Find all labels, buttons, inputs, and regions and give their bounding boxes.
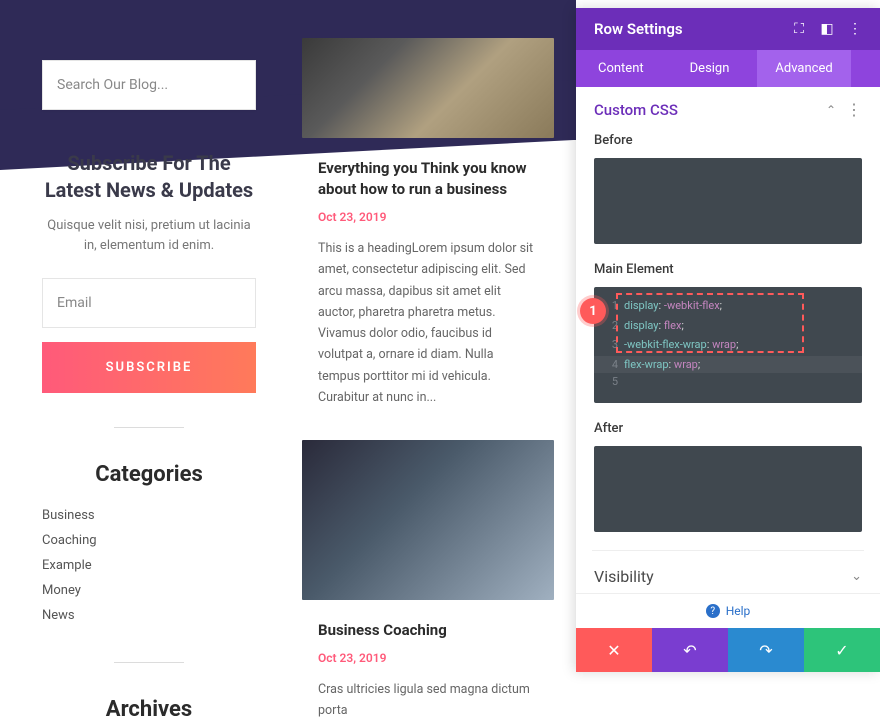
- post-excerpt: This is a headingLorem ipsum dolor sit a…: [318, 238, 538, 408]
- category-list: Business Coaching Example Money News: [42, 503, 256, 628]
- help-icon: ?: [706, 604, 720, 618]
- tab-content[interactable]: Content: [576, 50, 662, 87]
- category-item[interactable]: Example: [42, 553, 256, 578]
- blog-sidebar: Search Our Blog... Subscribe For The Lat…: [0, 0, 280, 672]
- category-item[interactable]: Coaching: [42, 528, 256, 553]
- divider: [114, 427, 184, 428]
- before-code-editor[interactable]: [594, 158, 862, 244]
- post-image[interactable]: [302, 440, 554, 600]
- post-title[interactable]: Everything you Think you know about how …: [318, 158, 538, 200]
- category-item[interactable]: News: [42, 603, 256, 628]
- visibility-accordion[interactable]: Visibility ⌄: [592, 550, 864, 593]
- category-item[interactable]: Business: [42, 503, 256, 528]
- chevron-down-icon: ⌄: [851, 569, 862, 584]
- confirm-button[interactable]: ✓: [804, 628, 880, 672]
- search-input[interactable]: Search Our Blog...: [42, 60, 256, 110]
- settings-panel: Row Settings ⛶ ◧ ⋮ Content Design Advanc…: [576, 8, 880, 672]
- help-label: Help: [726, 604, 751, 618]
- cancel-button[interactable]: ✕: [576, 628, 652, 672]
- visibility-title: Visibility: [594, 567, 654, 586]
- after-label: After: [594, 421, 862, 436]
- after-code-editor[interactable]: [594, 446, 862, 532]
- tab-bar: Content Design Advanced: [576, 50, 880, 87]
- tab-design[interactable]: Design: [662, 50, 758, 87]
- subscribe-description: Quisque velit nisi, pretium ut lacinia i…: [42, 216, 256, 256]
- panel-header: Row Settings ⛶ ◧ ⋮: [576, 8, 880, 50]
- tab-advanced[interactable]: Advanced: [757, 50, 850, 87]
- blog-main: Everything you Think you know about how …: [280, 0, 576, 672]
- post-date: Oct 23, 2019: [318, 210, 538, 224]
- dock-icon[interactable]: ◧: [820, 22, 834, 36]
- main-element-label: Main Element: [594, 262, 862, 277]
- before-label: Before: [594, 133, 862, 148]
- collapse-icon[interactable]: ⌃: [826, 103, 836, 117]
- redo-button[interactable]: ↷: [728, 628, 804, 672]
- more-icon[interactable]: ⋮: [848, 22, 862, 36]
- subscribe-title: Subscribe For The Latest News & Updates: [42, 150, 256, 204]
- archives-title: Archives: [42, 697, 256, 722]
- divider: [114, 662, 184, 663]
- panel-footer: ✕ ↶ ↷ ✓: [576, 628, 880, 672]
- undo-button[interactable]: ↶: [652, 628, 728, 672]
- fullscreen-icon[interactable]: ⛶: [792, 22, 806, 36]
- category-item[interactable]: Money: [42, 578, 256, 603]
- help-link[interactable]: ? Help: [576, 593, 880, 628]
- post-title[interactable]: Business Coaching: [318, 620, 538, 641]
- annotation-callout: 1: [580, 298, 606, 324]
- main-element-code-editor[interactable]: 1display: -webkit-flex; 2display: flex; …: [594, 287, 862, 403]
- categories-title: Categories: [42, 462, 256, 487]
- section-custom-css-title[interactable]: Custom CSS: [594, 101, 678, 119]
- panel-title: Row Settings: [594, 20, 683, 38]
- subscribe-button[interactable]: SUBSCRIBE: [42, 342, 256, 393]
- section-more-icon[interactable]: ⋮: [846, 102, 862, 118]
- post-image[interactable]: [302, 38, 554, 138]
- email-field[interactable]: Email: [42, 278, 256, 328]
- post-excerpt: Cras ultricies ligula sed magna dictum p…: [318, 679, 538, 722]
- panel-body: Custom CSS ⌃ ⋮ Before Main Element 1disp…: [576, 87, 880, 593]
- post-date: Oct 23, 2019: [318, 651, 538, 665]
